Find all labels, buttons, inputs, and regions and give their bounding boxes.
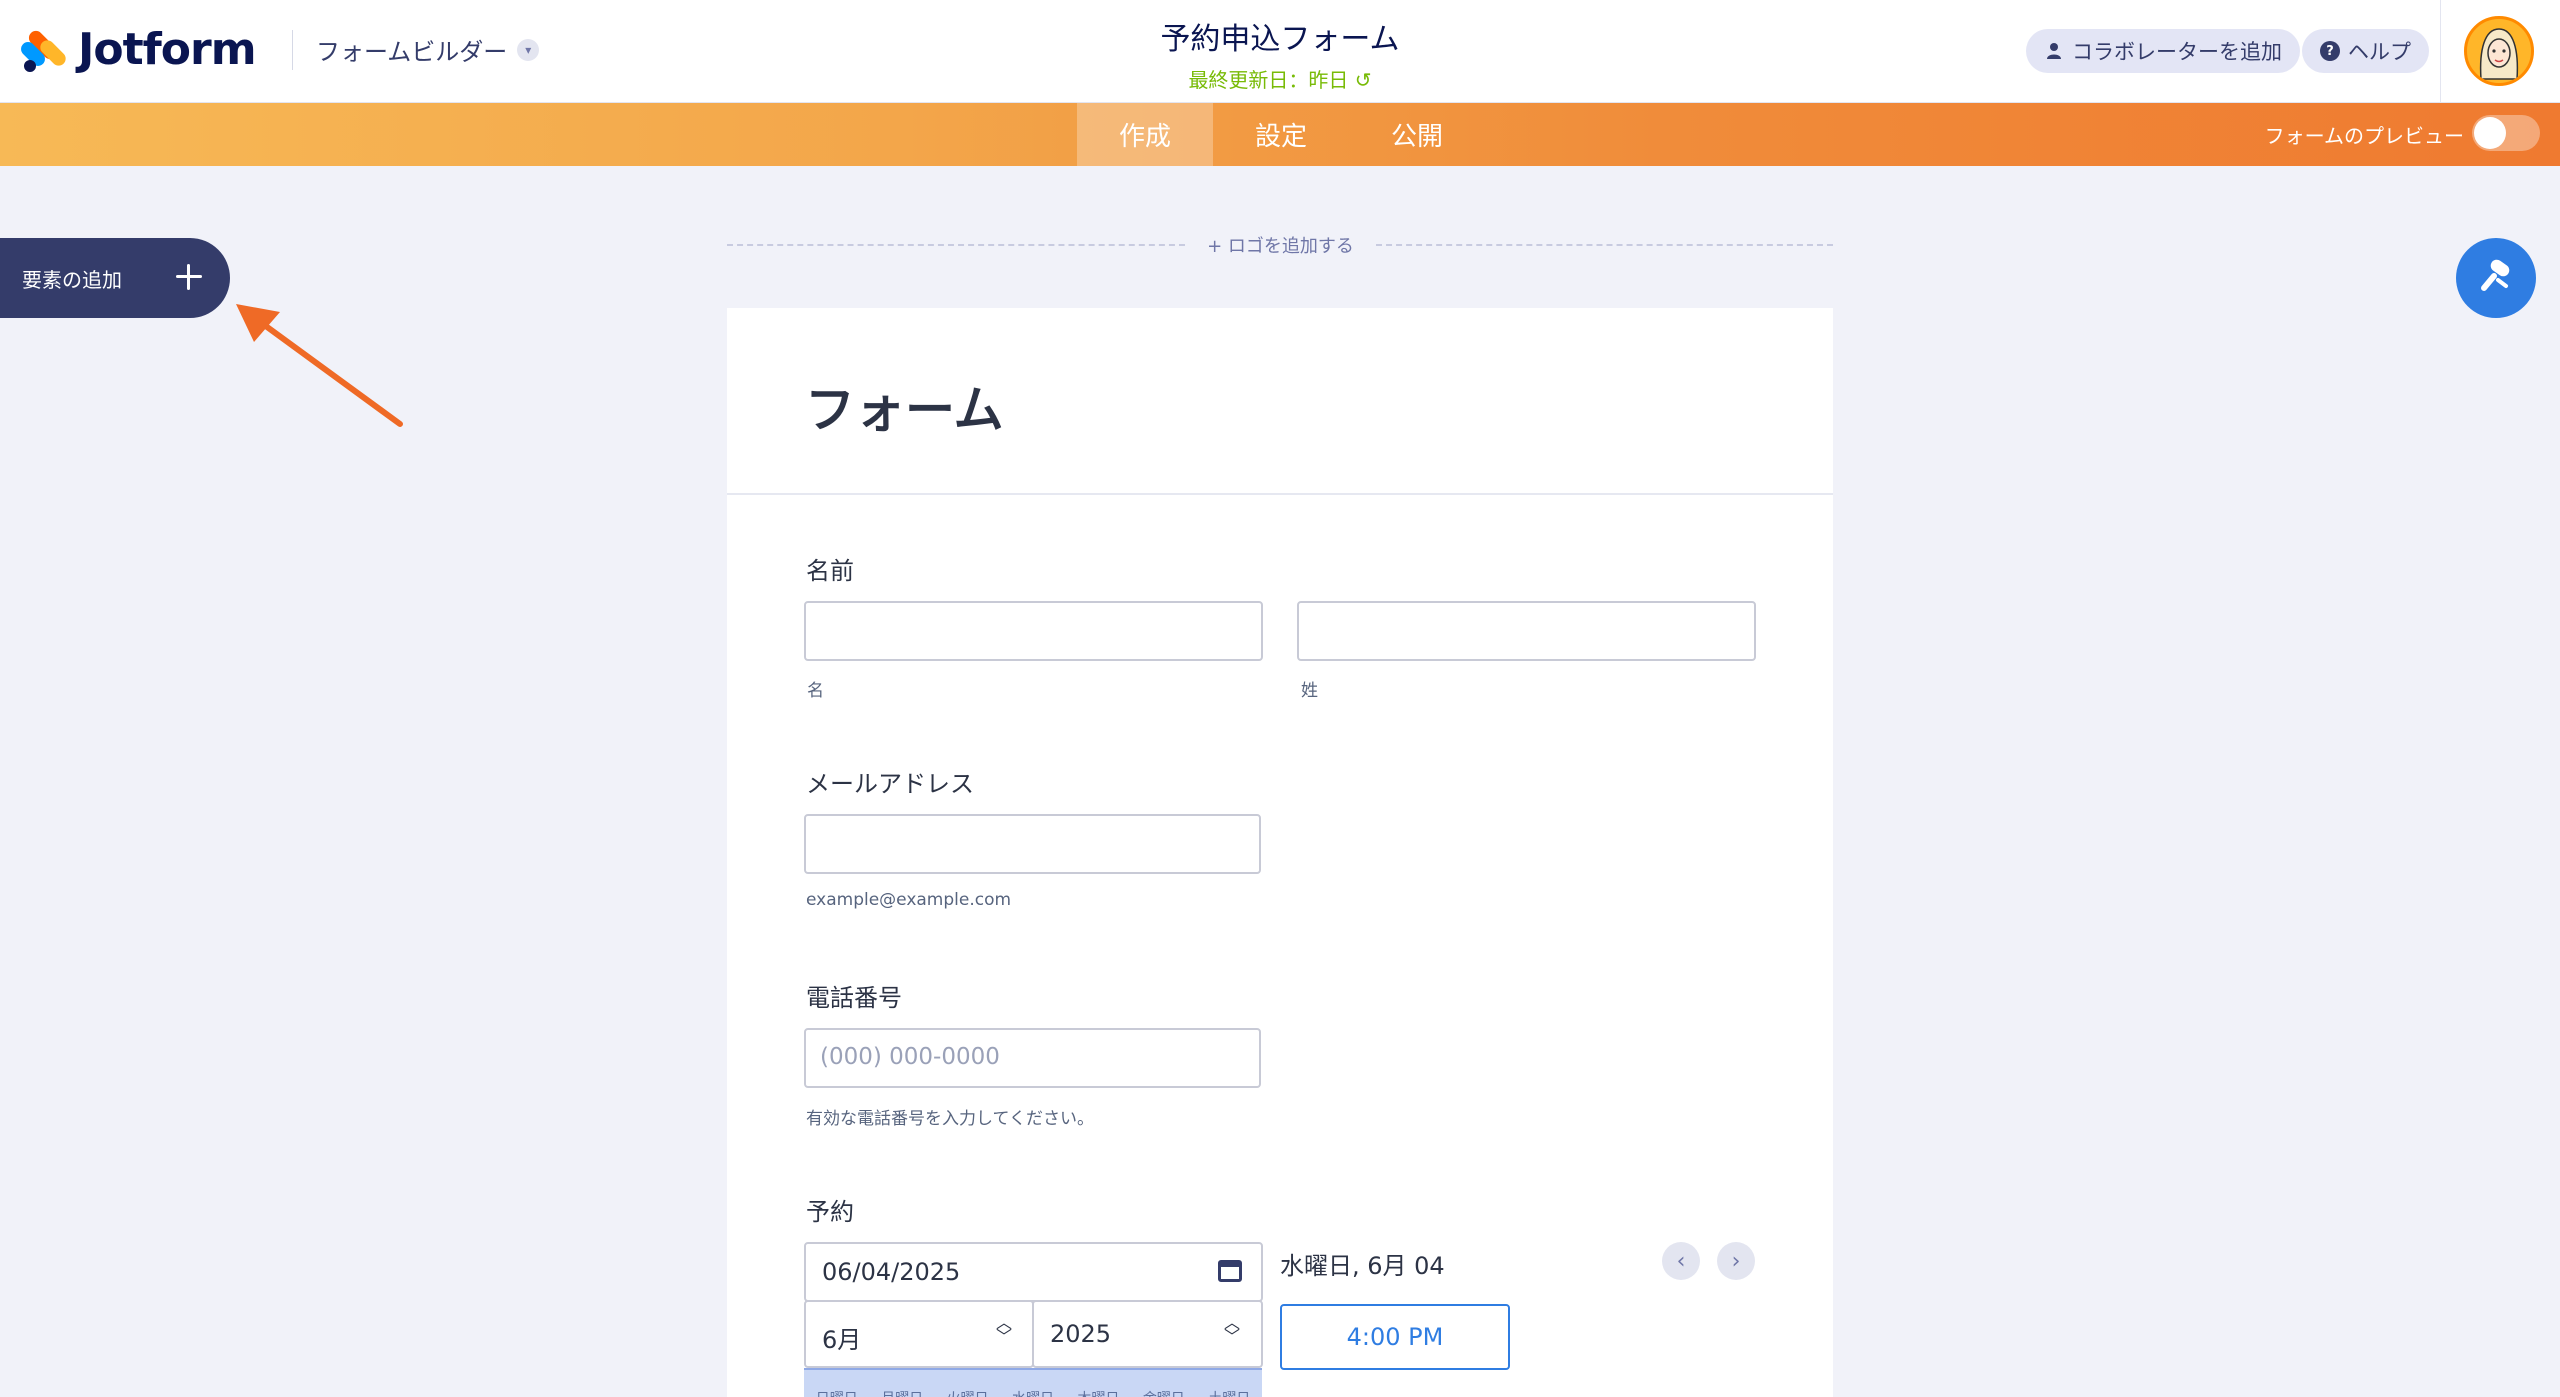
weekday-label: 土曜日	[1208, 1388, 1250, 1397]
paint-roller-icon	[2481, 259, 2510, 291]
tab-settings[interactable]: 設定	[1213, 103, 1349, 166]
jotform-logo[interactable]: Jotform	[18, 24, 257, 75]
user-avatar[interactable]	[2464, 16, 2534, 86]
weekday-label: 月曜日	[881, 1388, 923, 1397]
form-title[interactable]: 予約申込フォーム	[1080, 14, 1480, 58]
builder-nav-bar: 作成 設定 公開 フォームのプレビュー	[0, 103, 2560, 166]
appointment-date-input[interactable]: 06/04/2025	[804, 1242, 1263, 1302]
last-name-input[interactable]	[1297, 601, 1756, 661]
next-day-chevron-right-icon[interactable]: ›	[1717, 1242, 1755, 1280]
up-down-chevron-icon: ︿ ﹀	[996, 1313, 1013, 1346]
email-field-label[interactable]: メールアドレス	[806, 764, 974, 799]
question-mark-icon: ?	[2320, 41, 2340, 61]
tab-publish[interactable]: 公開	[1349, 103, 1485, 166]
help-button[interactable]: ? ヘルプ	[2302, 29, 2429, 73]
email-sublabel: example@example.com	[806, 890, 1012, 910]
weekday-label: 水曜日	[1012, 1388, 1054, 1397]
weekday-label: 金曜日	[1143, 1388, 1185, 1397]
time-slot-button[interactable]: 4:00 PM	[1280, 1304, 1510, 1370]
form-preview-toggle[interactable]	[2472, 115, 2540, 151]
form-heading[interactable]: フォーム	[805, 370, 1004, 442]
form-designer-button[interactable]	[2456, 238, 2536, 318]
selected-day-label: 水曜日, 6月 04	[1280, 1252, 1445, 1280]
year-value: 2025	[1050, 1320, 1112, 1348]
phone-input[interactable]: (000) 000-0000	[804, 1028, 1261, 1088]
form-builder-label: フォームビルダー	[316, 38, 508, 66]
first-name-input[interactable]	[804, 601, 1263, 661]
calendar-weekday-header: 日曜日 月曜日 火曜日 水曜日 木曜日 金曜日 土曜日	[804, 1368, 1262, 1397]
appointment-date-value: 06/04/2025	[822, 1258, 961, 1286]
add-element-label: 要素の追加	[22, 267, 122, 292]
jotform-logo-icon	[18, 26, 69, 74]
first-name-sublabel: 名	[807, 681, 824, 701]
plus-icon	[174, 262, 204, 292]
calendar-icon[interactable]	[1218, 1260, 1242, 1282]
tab-build[interactable]: 作成	[1077, 103, 1213, 166]
phone-field-label[interactable]: 電話番号	[806, 978, 902, 1013]
toggle-knob	[2474, 117, 2506, 149]
divider	[2440, 0, 2441, 103]
last-updated-status[interactable]: 最終更新日：昨日 ↺	[1080, 64, 1480, 93]
email-input[interactable]	[804, 814, 1261, 874]
avatar-illustration-icon	[2479, 28, 2519, 80]
year-select[interactable]: 2025 ︿ ﹀	[1032, 1300, 1263, 1368]
add-logo-link[interactable]: + ロゴを追加する	[1185, 232, 1376, 258]
pointer-arrow-icon	[236, 304, 403, 427]
month-select[interactable]: 6月 ︿ ﹀	[804, 1300, 1034, 1368]
chevron-down-icon: ▾	[517, 38, 540, 61]
divider	[292, 30, 293, 70]
weekday-label: 火曜日	[947, 1388, 989, 1397]
logo-divider	[1376, 244, 1833, 246]
phone-placeholder: (000) 000-0000	[820, 1044, 1000, 1070]
add-collaborator-button[interactable]: コラボレーターを追加	[2026, 29, 2300, 73]
form-preview-label: フォームのプレビュー	[2264, 124, 2464, 148]
last-updated-text: 最終更新日：昨日	[1188, 68, 1349, 92]
weekday-label: 日曜日	[816, 1388, 858, 1397]
weekday-label: 木曜日	[1077, 1388, 1119, 1397]
user-icon	[2044, 41, 2064, 61]
logo-divider	[727, 244, 1185, 246]
last-name-sublabel: 姓	[1301, 681, 1318, 701]
form-builder-menu[interactable]: フォームビルダー ▾	[316, 32, 540, 67]
up-down-chevron-icon: ︿ ﹀	[1224, 1313, 1241, 1346]
add-element-button[interactable]: 要素の追加	[0, 238, 230, 318]
add-collaborator-label: コラボレーターを追加	[2072, 40, 2282, 64]
previous-day-chevron-left-icon[interactable]: ‹	[1662, 1242, 1700, 1280]
month-value: 6月	[822, 1326, 862, 1354]
phone-sublabel: 有効な電話番号を入力してください。	[806, 1109, 1094, 1129]
name-field-label[interactable]: 名前	[806, 551, 854, 586]
brand-name: Jotform	[78, 24, 257, 75]
appointment-field-label[interactable]: 予約	[806, 1192, 854, 1227]
form-card: フォーム 名前 名 姓 メールアドレス example@example.com …	[727, 308, 1833, 1397]
revision-history-icon: ↺	[1354, 68, 1372, 92]
form-header-section[interactable]: フォーム	[727, 308, 1833, 495]
top-bar: Jotform フォームビルダー ▾ 予約申込フォーム 最終更新日：昨日 ↺ コ…	[0, 0, 2560, 103]
help-label: ヘルプ	[2348, 40, 2411, 64]
form-title-block: 予約申込フォーム 最終更新日：昨日 ↺	[1080, 14, 1480, 93]
